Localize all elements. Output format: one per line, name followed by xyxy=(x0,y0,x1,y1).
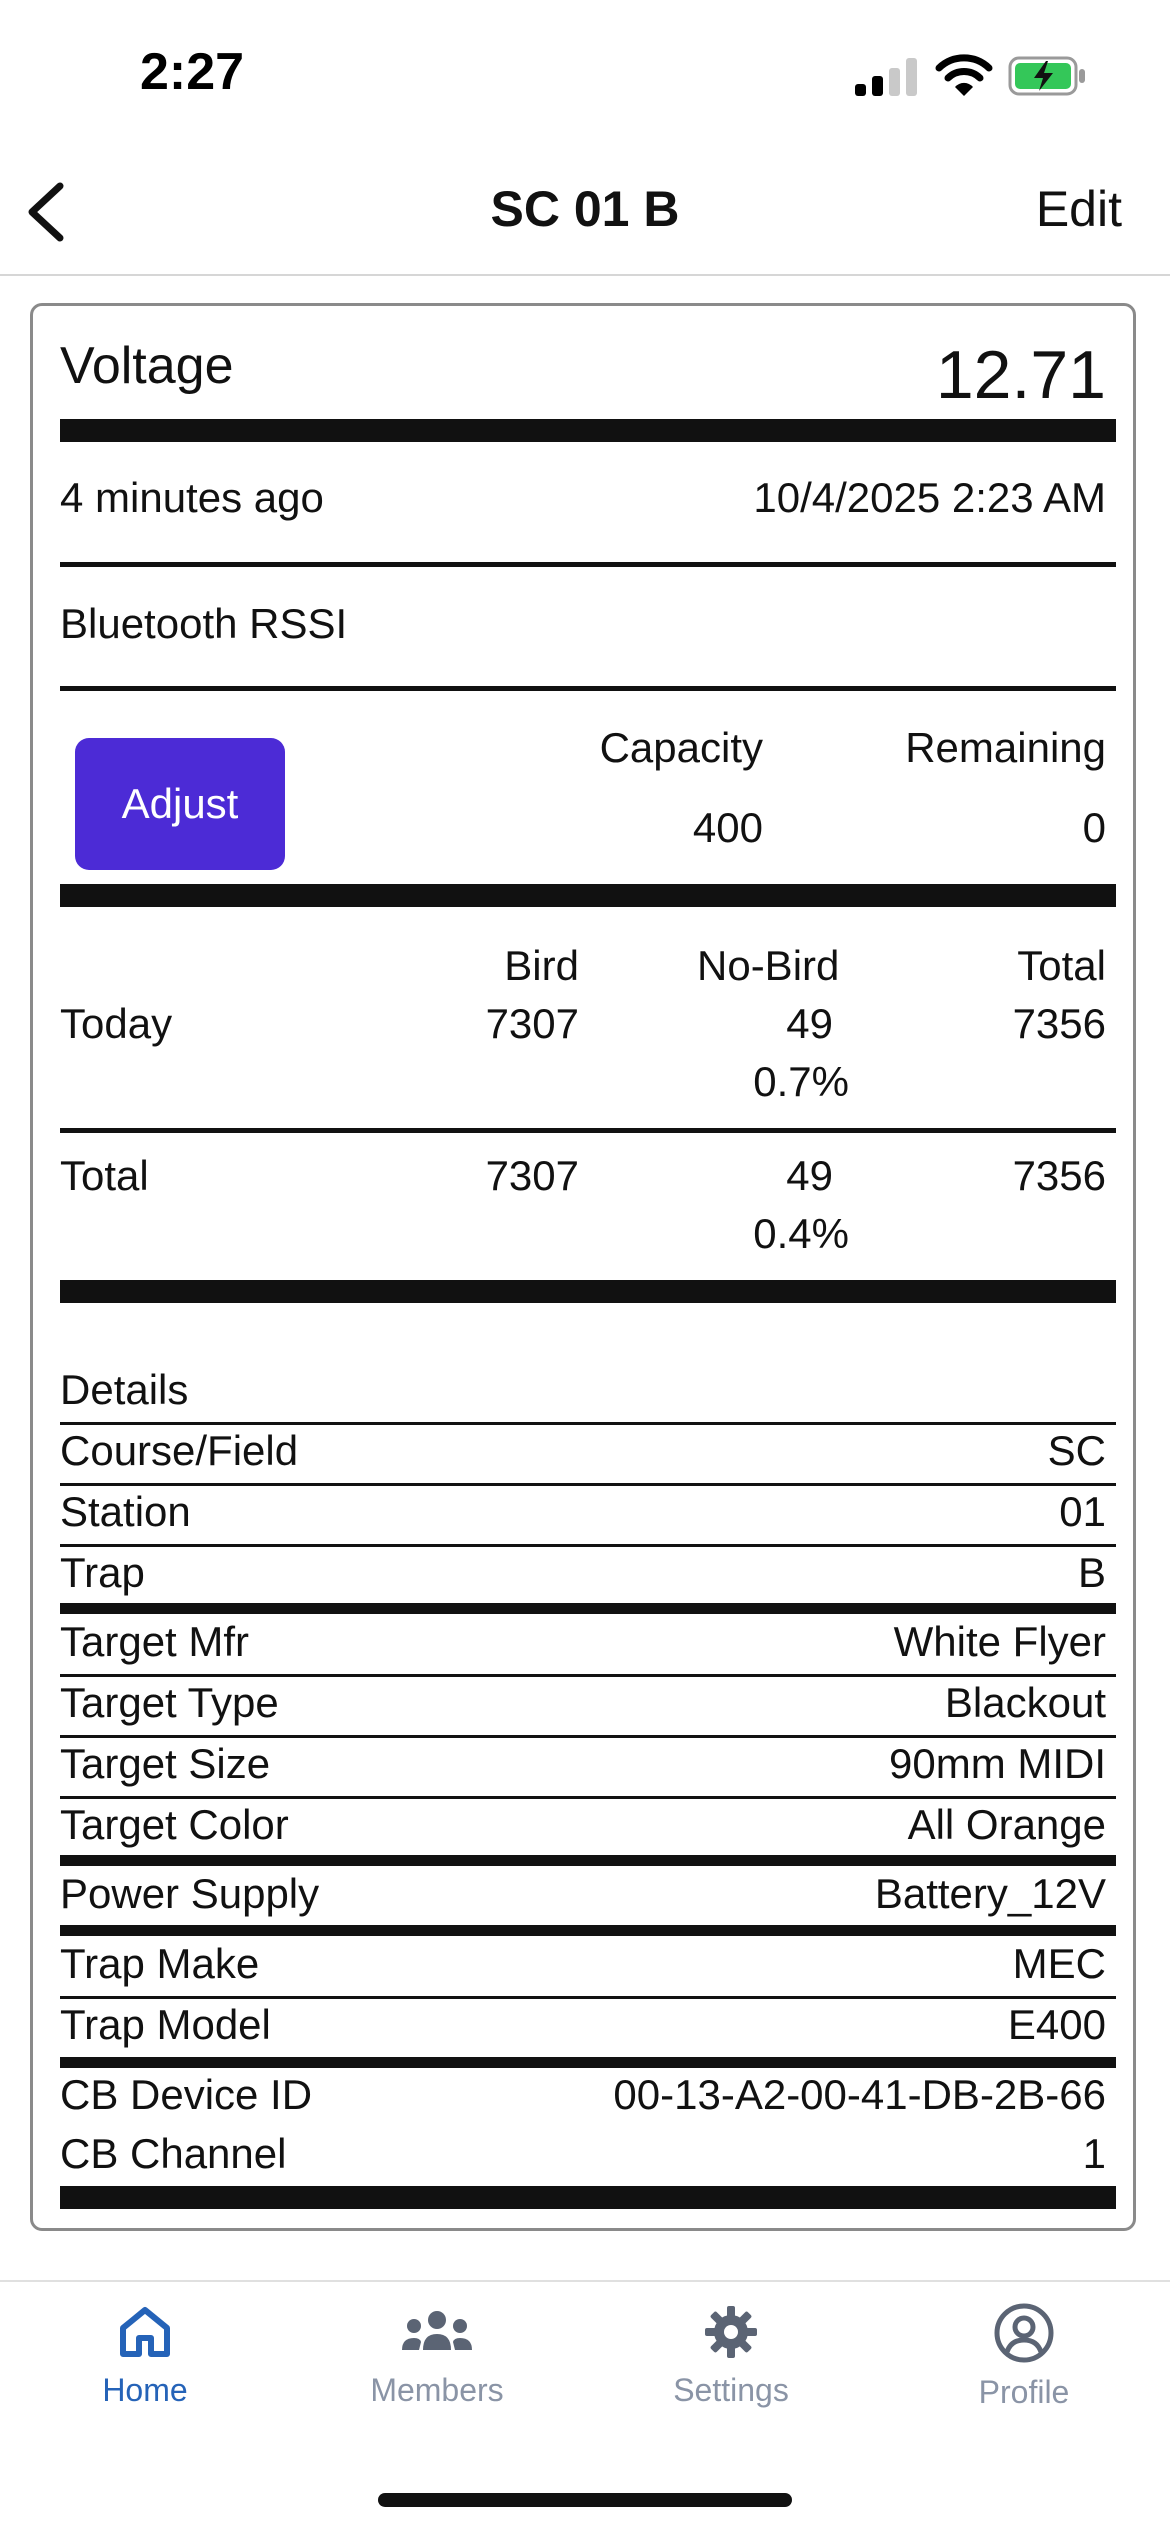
detail-label: Target Mfr xyxy=(60,1618,250,1665)
divider xyxy=(60,1128,1116,1133)
detail-label: Target Type xyxy=(60,1679,279,1726)
remaining-header: Remaining xyxy=(905,724,1106,771)
detail-value: SC xyxy=(1047,1427,1106,1474)
detail-value: B xyxy=(1077,1549,1106,1596)
tab-label: Profile xyxy=(978,2374,1070,2410)
total-no-bird-percent: 0.4% xyxy=(753,1210,849,1257)
divider xyxy=(60,1796,1116,1799)
total-no-bird: 49 xyxy=(786,1152,833,1199)
divider xyxy=(60,1483,1116,1486)
divider xyxy=(60,419,1116,442)
divider xyxy=(60,1603,1116,1614)
detail-value: 90mm MIDI xyxy=(888,1740,1106,1787)
detail-label: Trap Model xyxy=(60,2001,271,2048)
capacity-value: 400 xyxy=(692,804,763,851)
home-icon xyxy=(120,2307,170,2357)
today-no-bird: 49 xyxy=(786,1000,833,1047)
detail-label: Station xyxy=(60,1488,191,1535)
today-total: 7356 xyxy=(1012,1000,1106,1047)
total-label: Total xyxy=(60,1152,149,1199)
detail-value: 01 xyxy=(1059,1488,1106,1535)
navigation-bar: SC 01 B Edit xyxy=(0,150,1170,276)
divider xyxy=(60,562,1116,567)
detail-value: Blackout xyxy=(944,1679,1106,1726)
detail-label: Course/Field xyxy=(60,1427,299,1474)
detail-label: Target Color xyxy=(60,1801,289,1848)
members-icon xyxy=(402,2311,472,2350)
divider xyxy=(60,1544,1116,1547)
wifi-icon xyxy=(935,54,993,96)
today-label: Today xyxy=(60,1000,173,1047)
gear-icon xyxy=(705,2306,757,2358)
remaining-value: 0 xyxy=(1082,804,1106,851)
trap-detail-card: Voltage 12.71 4 minutes ago 10/4/2025 2:… xyxy=(30,303,1136,2231)
detail-value: 00-13-A2-00-41-DB-2B-66 xyxy=(613,2071,1106,2118)
cellular-signal-icon xyxy=(855,58,917,96)
tab-label: Settings xyxy=(673,2372,789,2408)
capacity-header: Capacity xyxy=(599,724,763,771)
last-reading-timestamp: 10/4/2025 2:23 AM xyxy=(753,474,1106,521)
no-bird-header: No-Bird xyxy=(697,942,840,989)
detail-label: Power Supply xyxy=(60,1870,320,1917)
total-header: Total xyxy=(1017,942,1106,989)
detail-value: 1 xyxy=(1082,2130,1106,2177)
edit-button[interactable]: Edit xyxy=(1036,180,1122,238)
detail-value: Battery_12V xyxy=(874,1870,1106,1917)
today-bird: 7307 xyxy=(485,1000,579,1047)
detail-value: E400 xyxy=(1007,2001,1106,2048)
total-bird: 7307 xyxy=(485,1152,579,1199)
voltage-value: 12.71 xyxy=(935,337,1106,413)
status-time: 2:27 xyxy=(140,43,245,101)
total-total: 7356 xyxy=(1012,1152,1106,1199)
detail-value: All Orange xyxy=(907,1801,1106,1848)
divider xyxy=(60,686,1116,691)
divider xyxy=(60,1422,1116,1425)
divider xyxy=(60,1735,1116,1738)
tab-label: Home xyxy=(102,2372,188,2408)
last-reading-ago: 4 minutes ago xyxy=(60,474,324,521)
divider xyxy=(60,1280,1116,1303)
divider xyxy=(60,1925,1116,1936)
bird-header: Bird xyxy=(504,942,579,989)
today-no-bird-percent: 0.7% xyxy=(753,1058,849,1105)
details-title: Details xyxy=(60,1366,189,1413)
divider xyxy=(60,2186,1116,2209)
profile-icon xyxy=(994,2303,1054,2363)
detail-label: CB Device ID xyxy=(60,2071,313,2118)
divider xyxy=(60,1996,1116,1999)
detail-label: Trap xyxy=(60,1549,145,1596)
adjust-button[interactable]: Adjust xyxy=(75,738,285,870)
divider xyxy=(60,1855,1116,1866)
divider xyxy=(60,884,1116,907)
tab-home[interactable]: Home xyxy=(45,2302,245,2409)
tab-profile[interactable]: Profile xyxy=(924,2302,1124,2411)
tab-label: Members xyxy=(370,2372,504,2408)
bluetooth-rssi-label: Bluetooth RSSI xyxy=(60,600,348,647)
page-title: SC 01 B xyxy=(490,181,680,237)
detail-label: Trap Make xyxy=(60,1940,260,1987)
status-bar: 2:27 xyxy=(0,0,1170,150)
divider xyxy=(60,1674,1116,1677)
voltage-label: Voltage xyxy=(60,337,234,395)
home-indicator xyxy=(378,2493,792,2507)
tab-members[interactable]: Members xyxy=(337,2302,537,2409)
detail-value: White Flyer xyxy=(893,1618,1106,1665)
battery-charging-icon xyxy=(1008,56,1085,96)
divider xyxy=(60,2057,1116,2068)
detail-label: CB Channel xyxy=(60,2130,287,2177)
detail-value: MEC xyxy=(1012,1940,1106,1987)
detail-label: Target Size xyxy=(60,1740,271,1787)
tab-settings[interactable]: Settings xyxy=(631,2302,831,2409)
